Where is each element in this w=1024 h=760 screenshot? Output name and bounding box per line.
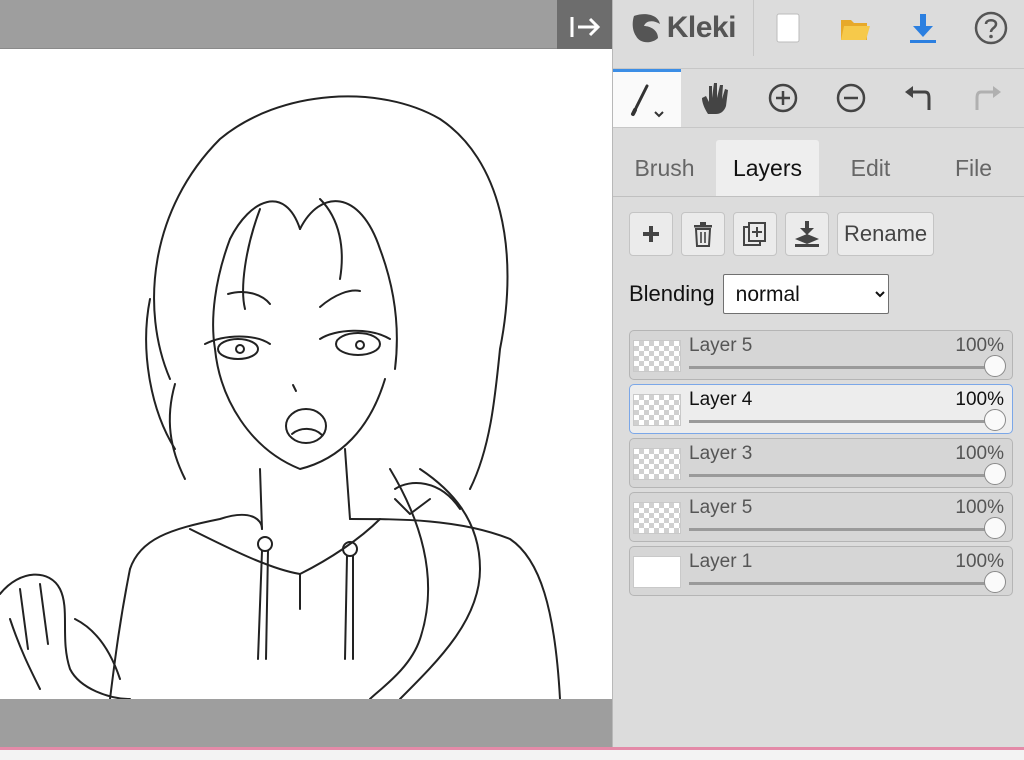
layer-list: Layer 5 100% Layer 4 100% Layer 3 100% L… — [629, 330, 1013, 600]
tab-edit[interactable]: Edit — [819, 140, 922, 196]
opacity-slider-track[interactable] — [689, 474, 994, 477]
tab-layers[interactable]: Layers — [716, 140, 819, 196]
layer-item[interactable]: Layer 1 100% — [629, 546, 1013, 596]
blending-label: Blending — [629, 281, 715, 306]
help-button[interactable] — [957, 0, 1024, 56]
bottom-bar — [0, 750, 1024, 760]
hand-icon — [702, 83, 728, 114]
layer-thumbnail — [633, 556, 681, 588]
help-icon — [974, 11, 1008, 45]
blending-select[interactable]: normal — [722, 274, 889, 314]
save-button[interactable] — [889, 0, 957, 56]
layer-opacity: 100% — [955, 551, 1004, 572]
zoom-out-button[interactable] — [817, 69, 885, 127]
layer-thumbnail — [633, 394, 681, 426]
opacity-slider-handle[interactable] — [984, 409, 1006, 431]
layer-opacity: 100% — [955, 443, 1004, 464]
new-button[interactable] — [754, 0, 822, 56]
opacity-slider-track[interactable] — [689, 420, 994, 423]
layer-name: Layer 3 — [689, 443, 753, 464]
tool-bar — [613, 68, 1024, 128]
brush-tool-button[interactable] — [613, 69, 681, 127]
layer-name: Layer 1 — [689, 551, 753, 572]
opacity-slider-track[interactable] — [689, 582, 994, 585]
duplicate-layer-button[interactable] — [733, 212, 777, 256]
zoom-in-button[interactable] — [749, 69, 817, 127]
side-panel: Kleki Brush Layers Edit File Rename Blen… — [612, 0, 1024, 747]
undo-button[interactable] — [885, 69, 953, 127]
opacity-slider-handle[interactable] — [984, 355, 1006, 377]
zoom-out-icon — [836, 83, 866, 113]
delete-layer-button[interactable] — [681, 212, 725, 256]
trash-icon — [694, 222, 712, 247]
top-bar: Kleki — [613, 0, 1024, 56]
zoom-in-icon — [768, 83, 798, 113]
collapse-arrow-icon — [570, 17, 600, 37]
canvas-area[interactable] — [0, 0, 612, 747]
plus-icon — [643, 226, 659, 242]
merge-down-icon — [795, 221, 819, 247]
canvas-top-strip — [0, 0, 612, 49]
panel-tabs: Brush Layers Edit File — [613, 140, 1024, 197]
brush-icon — [631, 84, 664, 117]
app-name: Kleki — [666, 11, 737, 44]
add-layer-button[interactable] — [629, 212, 673, 256]
layer-item-selected[interactable]: Layer 4 100% — [629, 384, 1013, 434]
duplicate-icon — [743, 222, 766, 246]
open-button[interactable] — [821, 0, 889, 56]
opacity-slider-track[interactable] — [689, 528, 994, 531]
layer-item[interactable]: Layer 5 100% — [629, 492, 1013, 542]
rename-layer-button[interactable]: Rename — [837, 212, 935, 256]
layer-thumbnail — [633, 448, 681, 480]
layer-actions: Rename — [629, 212, 935, 256]
opacity-slider-handle[interactable] — [984, 517, 1006, 539]
tab-brush[interactable]: Brush — [613, 140, 716, 196]
kleki-logo[interactable]: Kleki — [613, 0, 754, 56]
blending-row: Blending normal — [629, 274, 889, 314]
layer-opacity: 100% — [955, 389, 1004, 410]
drawing-canvas[interactable] — [0, 49, 612, 699]
redo-icon — [975, 86, 1001, 110]
tab-file[interactable]: File — [922, 140, 1024, 196]
layer-name: Layer 5 — [689, 497, 753, 518]
redo-button[interactable] — [953, 69, 1021, 127]
layer-thumbnail — [633, 340, 681, 372]
opacity-slider-track[interactable] — [689, 366, 994, 369]
opacity-slider-handle[interactable] — [984, 463, 1006, 485]
folder-open-icon — [841, 20, 871, 40]
new-document-icon — [776, 13, 800, 43]
undo-icon — [905, 86, 931, 110]
download-icon — [910, 14, 937, 43]
canvas-bottom-strip — [0, 699, 612, 747]
collapse-panel-button[interactable] — [557, 0, 612, 54]
line-art-drawing — [0, 95, 561, 699]
layer-thumbnail — [633, 502, 681, 534]
layer-name: Layer 5 — [689, 335, 753, 356]
layer-item[interactable]: Layer 3 100% — [629, 438, 1013, 488]
kleki-logo-icon — [632, 14, 660, 43]
layer-name: Layer 4 — [689, 389, 753, 410]
hand-tool-button[interactable] — [681, 69, 749, 127]
opacity-slider-handle[interactable] — [984, 571, 1006, 593]
layer-item[interactable]: Layer 5 100% — [629, 330, 1013, 380]
layer-opacity: 100% — [955, 497, 1004, 518]
layer-opacity: 100% — [955, 335, 1004, 356]
merge-down-button[interactable] — [785, 212, 829, 256]
